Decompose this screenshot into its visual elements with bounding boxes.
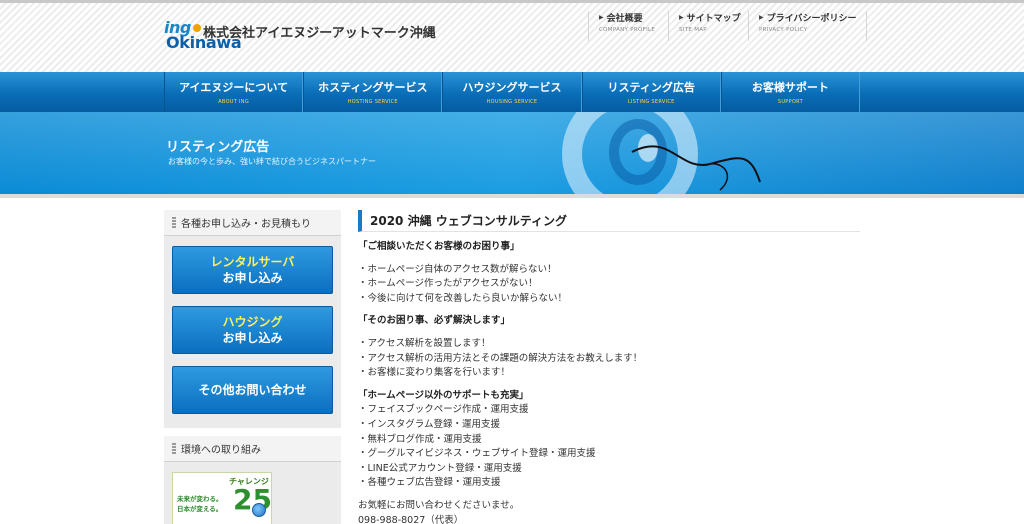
sidebar-apply-heading: 各種お申し込み・お見積もり bbox=[164, 210, 341, 236]
list-item: ・各種ウェブ広告登録・運用支援 bbox=[358, 477, 501, 489]
list-item: ・アクセス解析の活用方法とその課題の解決方法をお教えします！ bbox=[358, 352, 643, 364]
nav-item-listing[interactable]: リスティング広告 LISTING SERVICE bbox=[581, 72, 721, 112]
nav-item-housing[interactable]: ハウジングサービス HOUSING SERVICE bbox=[442, 72, 582, 112]
logo-dot-icon bbox=[193, 24, 201, 32]
list-item: ・フェイスブックページ作成・運用支援 bbox=[358, 404, 529, 416]
list-item: ・無料ブログ作成・運用支援 bbox=[358, 433, 482, 445]
header-background bbox=[0, 0, 1024, 72]
nav-item-support[interactable]: お客様サポート SUPPORT bbox=[720, 72, 861, 112]
list-item: ・アクセス解析を設置します！ bbox=[358, 337, 491, 349]
company-name: 株式会社アイエヌジーアットマーク沖縄 bbox=[203, 26, 436, 41]
list-item: ・ホームページ作ったがアクセスがない！ bbox=[358, 278, 538, 290]
page-title: リスティング広告 bbox=[166, 140, 270, 155]
at-mark-cable-illustration bbox=[562, 112, 761, 194]
util-link-privacy-policy[interactable]: ▶ プライバシーポリシー PRIVACY POLICY bbox=[748, 11, 868, 41]
heading-bar-icon bbox=[172, 442, 176, 455]
chevron-right-icon: ▶ bbox=[679, 14, 684, 21]
list-item: ・今後に向けて何を改善したら良いか解らない！ bbox=[358, 292, 568, 304]
sidebar-apply-box: 各種お申し込み・お見積もり レンタルサーバ お申し込み ハウジング お申し込み … bbox=[164, 210, 341, 428]
nav-item-hosting[interactable]: ホスティングサービス HOSTING SERVICE bbox=[303, 72, 443, 112]
section-title: 「ホームページ以外のサポートも充実」 bbox=[358, 389, 529, 401]
page-banner: リスティング広告 お客様の今と歩み、強い絆で結び合うビジネスパートナー bbox=[0, 112, 1024, 194]
main-content: 2020 沖縄 ウェブコンサルティング 「ご相談いただくお客様のお困り事」 ・ホ… bbox=[358, 210, 860, 524]
list-item: ・インスタグラム登録・運用支援 bbox=[358, 418, 501, 430]
list-item: ・ホームページ自体のアクセス数が解らない！ bbox=[358, 263, 557, 275]
contact-text: お気軽にお問い合わせくださいませ。 bbox=[358, 499, 520, 511]
list-item: ・お客様に変わり集客を行います！ bbox=[358, 367, 511, 379]
other-inquiry-button[interactable]: その他お問い合わせ bbox=[172, 366, 333, 414]
content-heading: 2020 沖縄 ウェブコンサルティング bbox=[358, 210, 860, 232]
housing-apply-button[interactable]: ハウジング お申し込み bbox=[172, 306, 333, 354]
global-nav: アイエヌジーについて ABOUT ING ホスティングサービス HOSTING … bbox=[164, 72, 861, 112]
sidebar-eco-box: 環境への取り組み チャレンジ 未来が変わる。 日本が変える。 25 bbox=[164, 436, 341, 524]
util-link-site-map[interactable]: ▶ サイトマップ SITE MAP bbox=[668, 11, 741, 41]
rental-server-apply-button[interactable]: レンタルサーバ お申し込み bbox=[172, 246, 333, 294]
list-item: ・LINE公式アカウント登録・運用支援 bbox=[358, 462, 522, 474]
section-title: 「ご相談いただくお客様のお困り事」 bbox=[358, 241, 520, 252]
globe-icon bbox=[252, 503, 266, 517]
page-subtitle: お客様の今と歩み、強い絆で結び合うビジネスパートナー bbox=[168, 157, 376, 166]
list-item: ・グーグルマイビジネス・ウェブサイト登録・運用支援 bbox=[358, 448, 596, 460]
nav-item-about[interactable]: アイエヌジーについて ABOUT ING bbox=[164, 72, 304, 112]
contact-phone[interactable]: 098-988-8027（代表） bbox=[358, 514, 860, 524]
util-link-company-profile[interactable]: ▶ 会社概要 COMPANY PROFILE bbox=[588, 11, 655, 41]
chevron-right-icon: ▶ bbox=[759, 14, 764, 21]
sidebar-eco-heading: 環境への取り組み bbox=[164, 436, 341, 462]
chevron-right-icon: ▶ bbox=[599, 14, 604, 21]
heading-bar-icon bbox=[172, 216, 176, 229]
challenge25-banner[interactable]: チャレンジ 未来が変わる。 日本が変える。 25 bbox=[172, 472, 272, 524]
section-title: 「そのお困り事、必ず解決します」 bbox=[358, 315, 511, 327]
